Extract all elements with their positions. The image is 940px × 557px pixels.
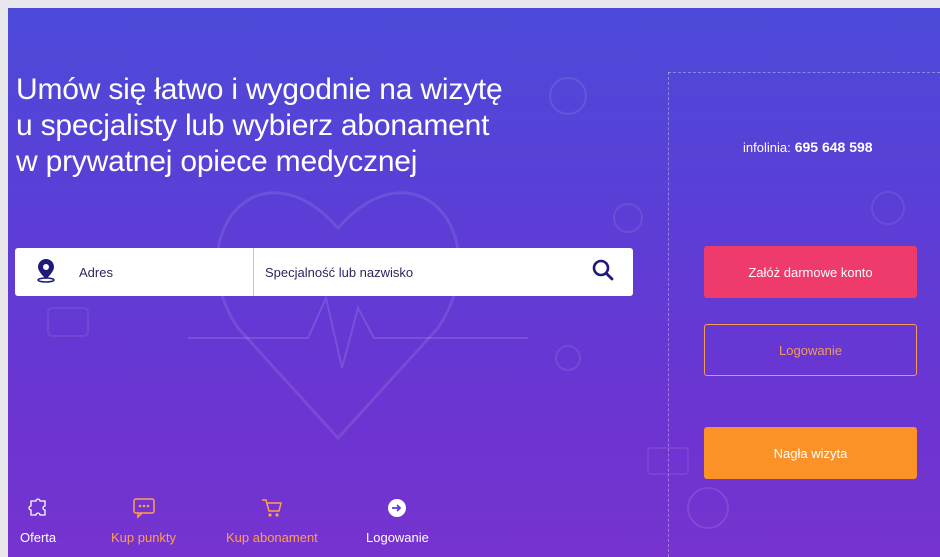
map-pin-icon xyxy=(35,257,57,288)
login-arrow-icon xyxy=(385,496,409,520)
nav-label-oferta: Oferta xyxy=(20,530,57,545)
page-title: Umów się łatwo i wygodnie na wizytę u sp… xyxy=(16,72,576,180)
nav-label-logowanie: Logowanie xyxy=(366,530,429,545)
address-field[interactable]: Adres xyxy=(15,248,254,296)
nav-item-logowanie[interactable]: Logowanie xyxy=(366,496,429,545)
hero-panel: Umów się łatwo i wygodnie na wizytę u sp… xyxy=(8,8,940,557)
nav-item-kup-abonament[interactable]: Kup abonament xyxy=(226,496,318,545)
login-button[interactable]: Logowanie xyxy=(704,324,917,376)
puzzle-icon xyxy=(26,496,50,520)
hotline-label: infolinia: xyxy=(743,140,791,155)
nav-item-oferta[interactable]: Oferta xyxy=(20,496,56,545)
urgent-visit-button[interactable]: Nagła wizyta xyxy=(704,427,917,479)
cart-icon xyxy=(260,496,284,520)
title-line-1: Umów się łatwo i wygodnie na wizytę xyxy=(16,73,503,106)
right-panel-border xyxy=(668,72,669,557)
right-panel-border-top xyxy=(668,72,940,73)
register-button[interactable]: Załóż darmowe konto xyxy=(704,246,917,298)
nav-item-kup-punkty[interactable]: Kup punkty xyxy=(111,496,176,545)
nav-label-kup-abonament: Kup abonament xyxy=(226,530,318,545)
specialty-input[interactable]: Specjalność lub nazwisko xyxy=(254,248,573,296)
search-button[interactable] xyxy=(573,248,633,296)
address-input[interactable]: Adres xyxy=(79,265,113,280)
search-bar: Adres Specjalność lub nazwisko xyxy=(15,248,633,296)
bottom-nav: Oferta Kup punkty Kup abonament Logowani… xyxy=(8,496,668,556)
hotline-number[interactable]: 695 648 598 xyxy=(795,139,873,155)
hotline: infolinia: 695 648 598 xyxy=(743,139,873,155)
search-icon xyxy=(591,258,615,287)
title-line-3: w prywatnej opiece medycznej xyxy=(16,145,418,178)
nav-label-kup-punkty: Kup punkty xyxy=(111,530,177,545)
chat-dots-icon xyxy=(132,496,156,520)
title-line-2: u specjalisty lub wybierz abonament xyxy=(16,109,490,142)
